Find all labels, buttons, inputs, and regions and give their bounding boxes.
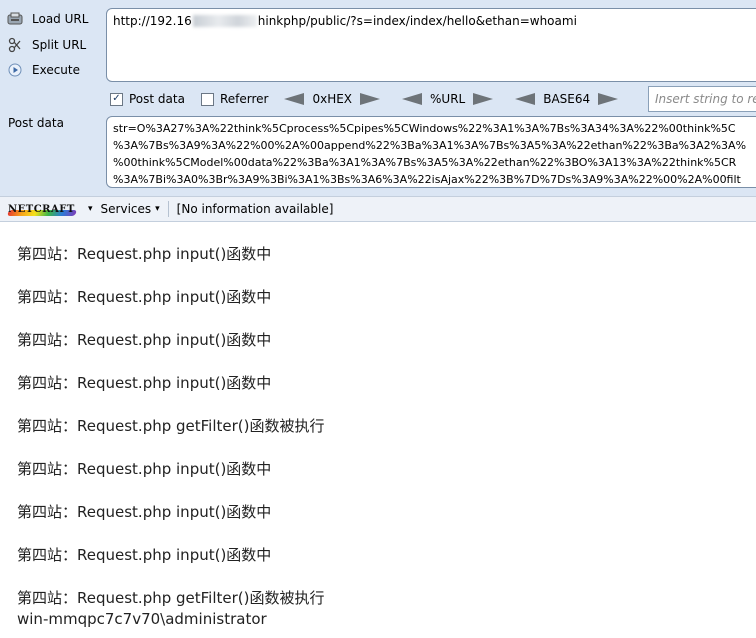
execute-button[interactable]: Execute xyxy=(6,59,96,81)
hex-label: 0xHEX xyxy=(312,92,353,106)
services-dropdown[interactable]: Services ▾ xyxy=(101,202,160,216)
split-url-button[interactable]: Split URL xyxy=(6,34,96,56)
split-url-icon xyxy=(6,36,24,54)
load-url-label: Load URL xyxy=(32,12,89,26)
output-line: 第四站：Request.php input()函数中 xyxy=(17,503,272,521)
arrow-left-icon[interactable] xyxy=(515,93,536,105)
execute-label: Execute xyxy=(32,63,80,77)
url-input[interactable]: http://192.16 hinkphp/public/?s=index/ind… xyxy=(106,8,756,82)
base64-label: BASE64 xyxy=(543,92,591,106)
output-line: 第四站：Request.php input()函数中 xyxy=(17,245,272,263)
post-data-line: %3A%7Bi%3A0%3Br%3A9%3Bi%3A1%3Bs%3A6%3A%2… xyxy=(113,173,741,186)
load-url-icon xyxy=(6,10,24,28)
post-data-line: str=O%3A27%3A%22think%5Cprocess%5Cpipes%… xyxy=(113,122,736,135)
post-data-label: Post data xyxy=(8,116,64,130)
netcraft-logo-text: NETCRAFT xyxy=(8,203,75,215)
output-line: 第四站：Request.php input()函数中 xyxy=(17,460,272,478)
split-url-label: Split URL xyxy=(32,38,87,52)
base64-encoder: BASE64 xyxy=(515,92,619,106)
url-text-suffix: hinkphp/public/?s=index/index/hello&etha… xyxy=(257,14,577,28)
post-data-line: %3A%7Bs%3A9%3A%22%00%2A%00append%22%3Ba%… xyxy=(113,139,747,152)
url-text-prefix: http://192.16 xyxy=(113,14,192,28)
arrow-right-icon[interactable] xyxy=(473,93,494,105)
url-encoder: %URL xyxy=(402,92,494,106)
post-data-checkbox[interactable]: ✓ Post data xyxy=(110,92,185,106)
arrow-right-icon[interactable] xyxy=(598,93,619,105)
output-line: 第四站：Request.php input()函数中 xyxy=(17,288,272,306)
load-url-button[interactable]: Load URL xyxy=(6,8,96,30)
chevron-down-icon: ▾ xyxy=(155,204,160,214)
referrer-checkbox[interactable]: Referrer xyxy=(200,92,269,106)
referrer-checkbox-label: Referrer xyxy=(219,92,269,106)
url-encode-label: %URL xyxy=(430,92,466,106)
output-line: 第四站：Request.php input()函数中 xyxy=(17,374,272,392)
arrow-left-icon[interactable] xyxy=(284,93,305,105)
chevron-down-icon[interactable]: ▾ xyxy=(88,204,93,214)
netcraft-logo[interactable]: NETCRAFT xyxy=(6,201,78,217)
hex-encoder: 0xHEX xyxy=(284,92,381,106)
arrow-left-icon[interactable] xyxy=(402,93,423,105)
netcraft-toolbar: NETCRAFT ▾ Services ▾ [No information av… xyxy=(0,196,756,222)
site-info-text: [No information available] xyxy=(176,202,334,216)
post-data-input[interactable]: str=O%3A27%3A%22think%5Cprocess%5Cpipes%… xyxy=(106,116,756,188)
services-label: Services xyxy=(100,202,152,216)
page-output: 第四站：Request.php input()函数中 第四站：Request.p… xyxy=(17,244,325,629)
hackbar-panel: Load URL Split URL Execute http://192.16… xyxy=(0,0,756,222)
toolbar-divider xyxy=(167,201,169,217)
post-data-line: %00think%5CModel%00data%22%3Ba%3A1%3A%7B… xyxy=(113,156,737,169)
checkbox-unchecked-icon xyxy=(200,92,214,106)
checkbox-checked-icon: ✓ xyxy=(110,92,123,106)
output-line: 第四站：Request.php input()函数中 xyxy=(17,546,272,564)
insert-string-input[interactable]: Insert string to replace xyxy=(648,86,756,112)
execute-icon xyxy=(6,61,24,79)
arrow-right-icon[interactable] xyxy=(360,93,381,105)
redacted-ip-blur xyxy=(192,15,257,27)
command-result-line: win-mmqpc7c7v70\administrator xyxy=(17,610,267,628)
output-line: 第四站：Request.php input()函数中 xyxy=(17,331,272,349)
post-data-checkbox-label: Post data xyxy=(129,92,185,106)
output-line: 第四站：Request.php getFilter()函数被执行 xyxy=(17,417,325,435)
